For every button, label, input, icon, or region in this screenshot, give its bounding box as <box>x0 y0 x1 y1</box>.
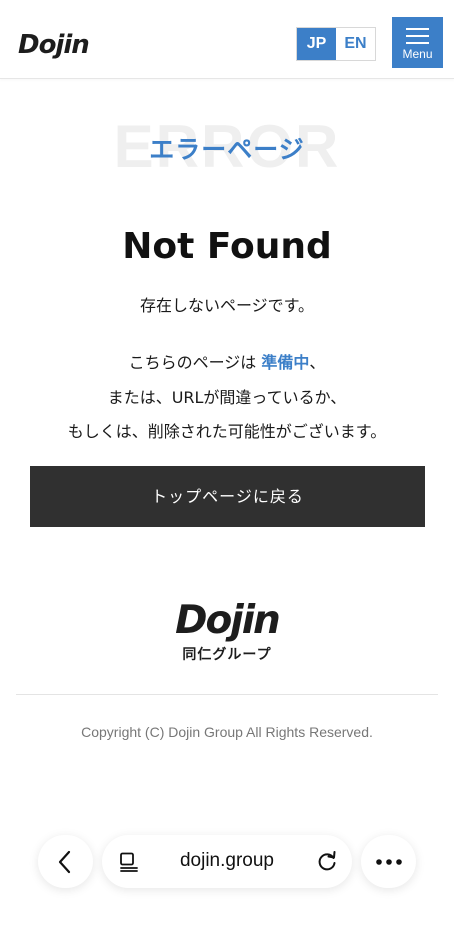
footer-group-name: 同仁グループ <box>182 647 272 663</box>
menu-button[interactable]: Menu <box>392 17 443 68</box>
menu-label: Menu <box>402 47 433 61</box>
language-switcher: JP EN <box>296 27 376 61</box>
message-line-3: もしくは、削除された可能性がございます。 <box>67 422 387 441</box>
browser-back-button[interactable] <box>38 835 93 888</box>
preparing-accent: 準備中 <box>261 353 310 372</box>
footer-logo[interactable]: Dojin <box>0 598 454 643</box>
lang-en-button[interactable]: EN <box>336 28 375 60</box>
subtitle-text: 存在しないページです。 <box>139 296 315 315</box>
chevron-left-icon <box>58 850 71 874</box>
message-line-2: または、URLが間違っているか、 <box>107 388 347 407</box>
browser-more-button[interactable] <box>361 835 416 888</box>
more-icon <box>376 859 402 865</box>
message-line-1-suffix: 、 <box>309 353 326 372</box>
message-line-1: こちらのページは 準備中、 <box>0 349 454 373</box>
back-to-top-button[interactable]: トップページに戻る <box>30 466 425 527</box>
site-logo[interactable]: Dojin <box>18 30 90 60</box>
site-header: Dojin JP EN Menu <box>0 0 454 79</box>
hamburger-icon <box>406 28 429 49</box>
footer-divider <box>16 694 438 695</box>
page-title: Not Found <box>122 226 332 267</box>
reload-icon[interactable] <box>316 851 338 873</box>
copyright-text: Copyright (C) Dojin Group All Rights Res… <box>81 724 373 740</box>
lang-jp-button[interactable]: JP <box>297 28 336 60</box>
browser-url-text: dojin.group <box>179 850 275 871</box>
message-line-1-prefix: こちらのページは <box>128 353 262 372</box>
page-heading: エラーページ <box>149 135 305 164</box>
browser-url-bar[interactable]: dojin.group <box>102 835 352 888</box>
